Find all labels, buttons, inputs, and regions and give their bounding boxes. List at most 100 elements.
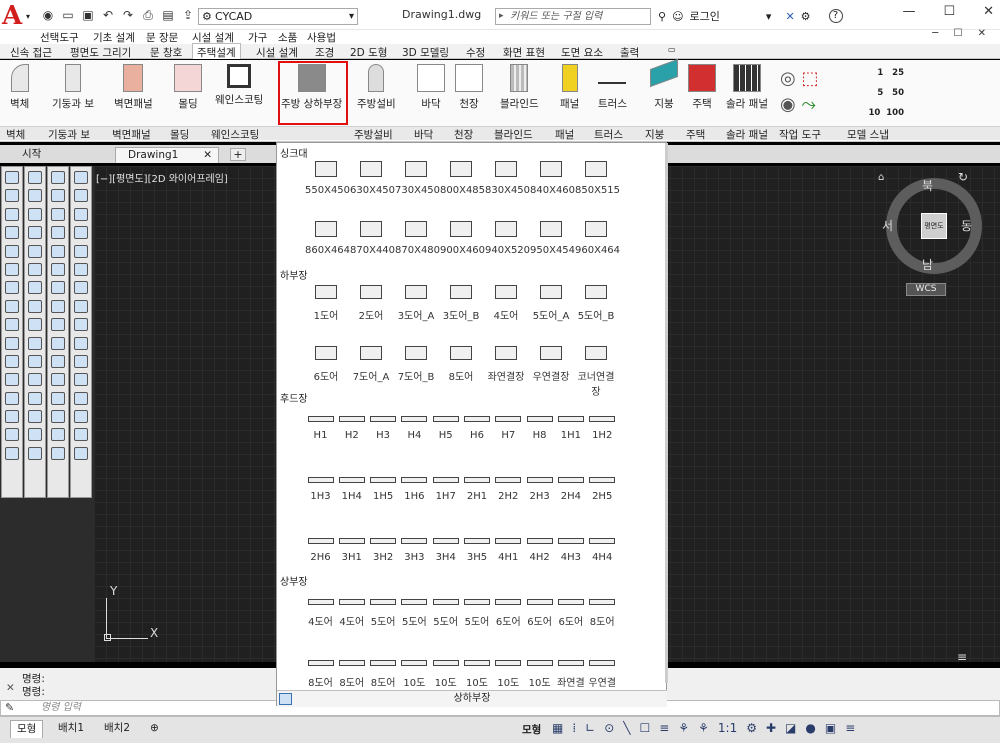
- tool-icon[interactable]: [5, 171, 19, 184]
- gallery-item[interactable]: H7: [493, 398, 524, 441]
- ribbon-options-icon[interactable]: ▭: [668, 45, 676, 54]
- ribbon-button-solar-panel[interactable]: 솔라 패널: [726, 64, 768, 111]
- tool-icon[interactable]: [74, 244, 88, 258]
- menu-item[interactable]: 소품: [278, 30, 297, 45]
- gallery-item[interactable]: 5도어: [399, 581, 430, 628]
- tool-icon[interactable]: [74, 428, 88, 442]
- osnap-icon[interactable]: ☐: [640, 721, 651, 735]
- tool-icon[interactable]: [28, 299, 42, 313]
- tool-icon[interactable]: [5, 336, 19, 350]
- tool-icon[interactable]: [51, 226, 65, 240]
- ribbon-button-wainscoting[interactable]: 웨인스코팅: [215, 64, 263, 107]
- ribbon-button-molding[interactable]: 몰딩: [174, 64, 202, 111]
- status-scale[interactable]: 1:1: [718, 721, 737, 735]
- isodraft-icon[interactable]: ╲: [623, 721, 630, 735]
- gallery-item[interactable]: 5도어_B: [575, 275, 617, 322]
- tool-icon[interactable]: [5, 281, 19, 295]
- gallery-item[interactable]: H8: [524, 398, 555, 441]
- tool-icon[interactable]: [74, 354, 88, 368]
- model-space-toggle[interactable]: 모형: [522, 722, 541, 737]
- tool-icon[interactable]: [28, 428, 42, 442]
- panel-title[interactable]: 웨인스코팅: [211, 127, 259, 142]
- polar-icon[interactable]: ⊙: [604, 721, 614, 735]
- gallery-item[interactable]: 3H5: [462, 520, 493, 563]
- tab-drawing-elements[interactable]: 도면 요소: [561, 45, 603, 60]
- gallery-item[interactable]: 900X460: [440, 213, 485, 256]
- gallery-item[interactable]: H2: [336, 398, 367, 441]
- gallery-item[interactable]: 2H1: [462, 459, 493, 502]
- tab-layout2[interactable]: 배치2: [98, 720, 136, 738]
- gallery-item[interactable]: 6도어: [524, 581, 555, 628]
- gallery-item[interactable]: 2H2: [493, 459, 524, 502]
- tab-drawing1[interactable]: Drawing1 ✕: [115, 147, 219, 163]
- close-icon[interactable]: ✕: [983, 4, 994, 19]
- redo-icon[interactable]: ↷: [120, 7, 136, 23]
- tool-icon[interactable]: [28, 336, 42, 350]
- tool-icon[interactable]: [74, 189, 88, 203]
- panel-title[interactable]: 블라인드: [494, 127, 533, 142]
- viewport-controls[interactable]: [−][평면도][2D 와이어프레임]: [96, 170, 228, 185]
- compass-east[interactable]: 동: [961, 217, 972, 234]
- tool-icon[interactable]: [51, 446, 65, 460]
- tool-icon[interactable]: [28, 373, 42, 387]
- viewcube-face[interactable]: 평면도: [921, 213, 947, 239]
- gallery-item[interactable]: 1H4: [336, 459, 367, 502]
- ribbon-button-house[interactable]: 주택: [688, 64, 716, 111]
- tool-icon[interactable]: [74, 299, 88, 313]
- add-layout-icon[interactable]: ⊕: [144, 720, 165, 738]
- gallery-item[interactable]: 3도어_B: [440, 275, 482, 322]
- tool-icon[interactable]: [51, 189, 65, 203]
- share-icon[interactable]: ⇪: [180, 7, 196, 23]
- gallery-item[interactable]: H5: [430, 398, 461, 441]
- tool-icon[interactable]: [5, 318, 19, 332]
- snap-icon[interactable]: ⁞: [572, 721, 576, 735]
- tool-icon[interactable]: [28, 189, 42, 203]
- gallery-item[interactable]: 4도어: [485, 275, 527, 322]
- tool-icon[interactable]: [28, 391, 42, 405]
- tool-icon[interactable]: [5, 410, 19, 424]
- panel-title[interactable]: 주방설비: [354, 127, 393, 142]
- menu-item[interactable]: 가구: [248, 30, 267, 45]
- tool-icon[interactable]: [28, 446, 42, 460]
- tab-display[interactable]: 화면 표현: [503, 45, 545, 60]
- tool-icon[interactable]: [51, 299, 65, 313]
- new-tab-button[interactable]: +: [230, 148, 246, 161]
- tool-icon[interactable]: [5, 391, 19, 405]
- panel-title[interactable]: 모델 스냅: [847, 127, 889, 142]
- help-button[interactable]: ?: [828, 9, 843, 23]
- tool-icon[interactable]: [74, 281, 88, 295]
- undo-icon[interactable]: ↶: [100, 7, 116, 23]
- gallery-item[interactable]: 5도어: [368, 581, 399, 628]
- gallery-item[interactable]: 3H1: [336, 520, 367, 563]
- tool-icon[interactable]: [28, 410, 42, 424]
- gallery-item[interactable]: 8도어: [336, 642, 367, 689]
- tool-icon[interactable]: [74, 391, 88, 405]
- maximize-icon[interactable]: ☐: [943, 4, 955, 19]
- panel-title[interactable]: 작업 도구: [779, 127, 821, 142]
- menu-icon[interactable]: ≡: [957, 650, 967, 664]
- panel-title[interactable]: 천장: [454, 127, 473, 142]
- gallery-item[interactable]: 3도어_A: [395, 275, 437, 322]
- tool-icon[interactable]: [5, 189, 19, 203]
- tool-icon[interactable]: [51, 207, 65, 221]
- panel-title[interactable]: 벽면패널: [112, 127, 151, 142]
- ribbon-button-wall[interactable]: 벽체: [10, 64, 29, 111]
- tool-icon[interactable]: [5, 262, 19, 276]
- tool-icon[interactable]: [51, 171, 65, 184]
- pin-icon[interactable]: [279, 693, 292, 705]
- tool-icon[interactable]: [28, 354, 42, 368]
- workspace-dropdown[interactable]: CYCAD: [198, 8, 358, 25]
- ribbon-button-kitchen-equipment[interactable]: 주방설비: [357, 64, 396, 111]
- ribbon-button-floor[interactable]: 바닥: [417, 64, 445, 111]
- isolate-icon[interactable]: ●: [805, 721, 815, 735]
- tool-icon[interactable]: [74, 318, 88, 332]
- gallery-item[interactable]: 2H5: [587, 459, 618, 502]
- gallery-item[interactable]: 4H2: [524, 520, 555, 563]
- panel-title[interactable]: 트러스: [594, 127, 623, 142]
- gallery-item[interactable]: 4H3: [555, 520, 586, 563]
- units-icon[interactable]: ◪: [785, 721, 796, 735]
- tool-icon[interactable]: [74, 226, 88, 240]
- ribbon-button-blind[interactable]: 블라인드: [500, 64, 539, 111]
- application-menu-button[interactable]: A ▾: [2, 3, 36, 30]
- tab-facility-design[interactable]: 시설 설계: [256, 45, 298, 60]
